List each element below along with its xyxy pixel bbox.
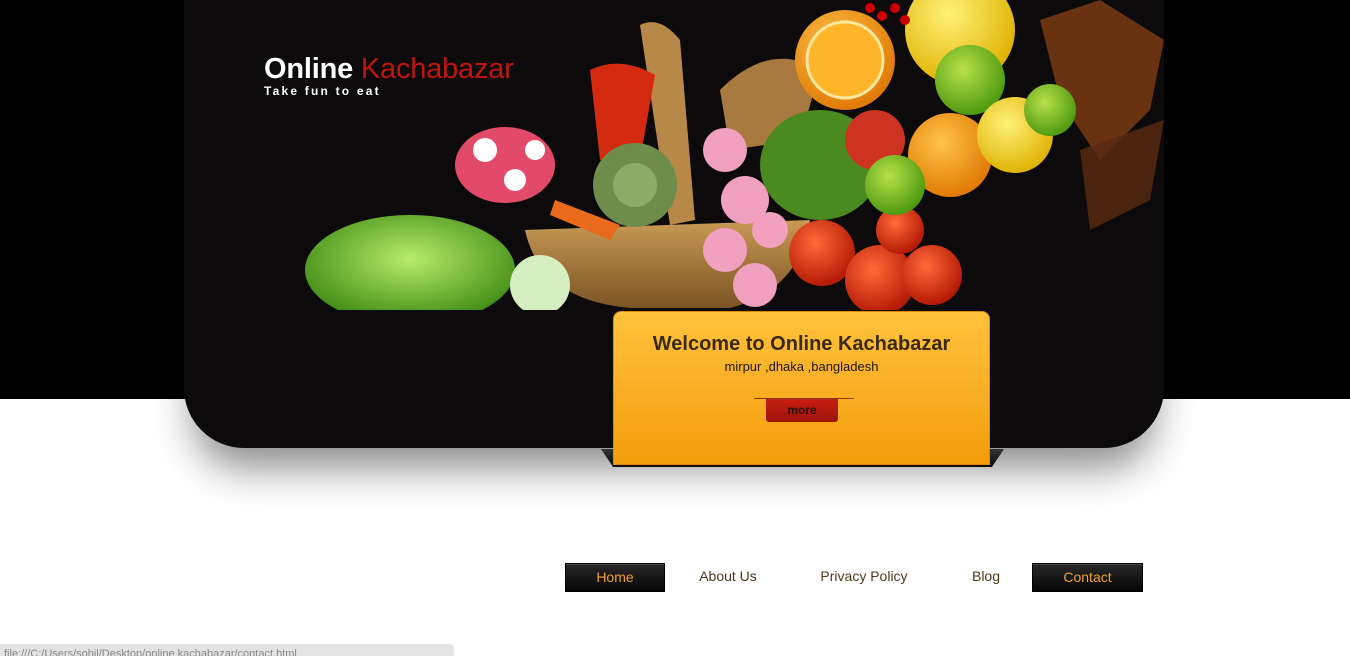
nav-privacy-policy[interactable]: Privacy Policy	[806, 563, 922, 590]
site-logo[interactable]: Online Kachabazar Take fun to eat	[264, 52, 514, 98]
more-button[interactable]: more	[766, 399, 838, 422]
main-navigation: Home About Us Privacy Policy Blog Contac…	[0, 563, 1350, 592]
nav-home[interactable]: Home	[565, 563, 665, 592]
logo-word-kachabazar: Kachabazar	[360, 53, 514, 85]
vegetable-basket-banner	[305, 0, 1164, 310]
browser-status-bar: file:///C:/Users/sohil/Desktop/online ka…	[0, 644, 454, 656]
nav-blog[interactable]: Blog	[950, 563, 1022, 590]
nav-about-us[interactable]: About Us	[679, 563, 777, 590]
nav-contact[interactable]: Contact	[1032, 563, 1143, 592]
welcome-box: Welcome to Online Kachabazar mirpur ,dha…	[613, 311, 990, 465]
welcome-address: mirpur ,dhaka ,bangladesh	[724, 359, 879, 374]
welcome-title: Welcome to Online Kachabazar	[652, 333, 951, 355]
logo-word-online: Online	[264, 53, 354, 85]
site-tagline: Take fun to eat	[264, 84, 381, 98]
